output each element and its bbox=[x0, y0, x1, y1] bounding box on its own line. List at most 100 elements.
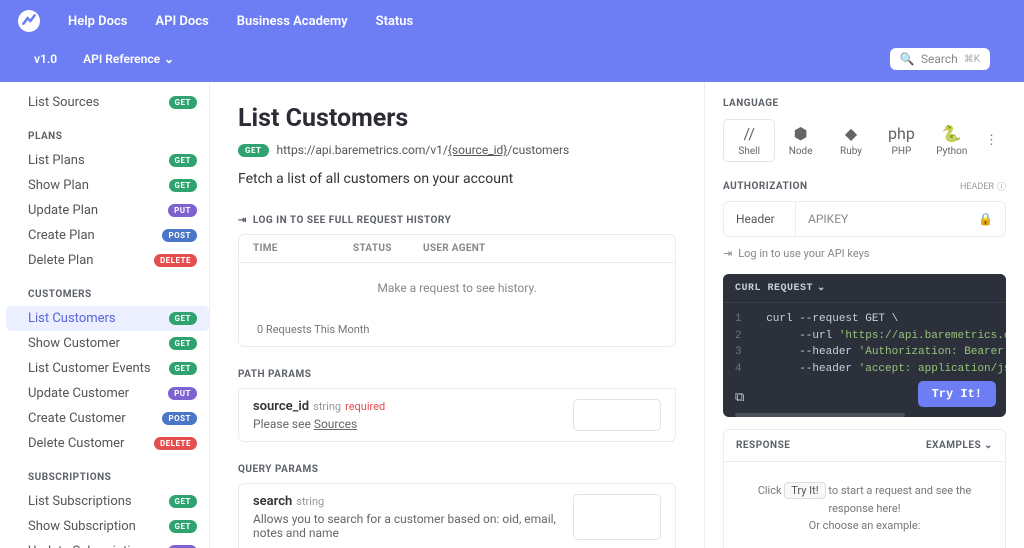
sidebar-item[interactable]: Show CustomerGET bbox=[6, 331, 209, 356]
lang-php[interactable]: phpPHP bbox=[876, 120, 926, 161]
sidebar-item[interactable]: Update SubscriptionPUT bbox=[6, 539, 209, 548]
method-badge: POST bbox=[162, 229, 197, 242]
try-it-inline[interactable]: Try It! bbox=[784, 482, 825, 499]
method-badge: PUT bbox=[168, 387, 197, 400]
lang-ruby[interactable]: ◆Ruby bbox=[826, 120, 876, 161]
more-languages[interactable]: ⋮ bbox=[977, 129, 1006, 152]
topnav-link[interactable]: Help Docs bbox=[68, 14, 127, 29]
topbar: Help Docs API Docs Business Academy Status bbox=[0, 0, 1024, 42]
api-reference-dropdown[interactable]: API Reference ⌄ bbox=[83, 52, 174, 66]
auth-sub: HEADER ⓘ bbox=[960, 180, 1006, 193]
endpoint-url: https://api.baremetrics.com/v1/{source_i… bbox=[277, 143, 570, 157]
sidebar-item[interactable]: Delete CustomerDELETE bbox=[6, 431, 209, 456]
method-badge: GET bbox=[169, 520, 198, 533]
sidebar-category: PLANS bbox=[6, 115, 209, 148]
sidebar-item[interactable]: List PlansGET bbox=[6, 148, 209, 173]
history-table: TIME STATUS USER AGENT Make a request to… bbox=[238, 234, 676, 347]
login-hint[interactable]: ⇥ Log in to use your API keys bbox=[723, 247, 1006, 260]
search-placeholder: Search bbox=[921, 52, 958, 66]
history-col-time: TIME bbox=[253, 243, 353, 254]
sidebar-item[interactable]: List CustomersGET bbox=[6, 306, 209, 331]
method-badge: DELETE bbox=[154, 437, 197, 450]
login-icon: ⇥ bbox=[723, 247, 732, 260]
search-kbd: ⌘K bbox=[964, 54, 980, 65]
endpoint-line: GET https://api.baremetrics.com/v1/{sour… bbox=[238, 143, 676, 157]
subbar: v1.0 API Reference ⌄ 🔍 Search ⌘K bbox=[0, 42, 1024, 82]
method-badge: GET bbox=[169, 154, 198, 167]
copy-button[interactable]: ⧉ bbox=[735, 390, 744, 405]
try-it-button[interactable]: Try It! bbox=[918, 381, 996, 407]
path-param-row: source_idstringrequiredPlease see Source… bbox=[238, 388, 676, 442]
auth-key: Header bbox=[724, 202, 796, 236]
lock-icon: 🔒 bbox=[978, 212, 993, 226]
sidebar-item[interactable]: Update PlanPUT bbox=[6, 198, 209, 223]
page-title: List Customers bbox=[238, 104, 676, 133]
param-input[interactable] bbox=[573, 494, 661, 540]
history-title[interactable]: ⇥ LOG IN TO SEE FULL REQUEST HISTORY bbox=[238, 215, 676, 226]
search-icon: 🔍 bbox=[900, 52, 915, 66]
right-panel: LANGUAGE //Shell⬢Node◆RubyphpPHP🐍Python⋮… bbox=[704, 82, 1024, 548]
history-col-agent: USER AGENT bbox=[423, 243, 485, 254]
ruby-icon: ◆ bbox=[826, 124, 876, 143]
topnav-link[interactable]: API Docs bbox=[155, 14, 208, 29]
method-badge: GET bbox=[238, 144, 269, 157]
history-col-status: STATUS bbox=[353, 243, 423, 254]
main-content: List Customers GET https://api.baremetri… bbox=[210, 82, 704, 548]
history-empty: Make a request to see history. bbox=[239, 263, 675, 313]
param-input[interactable] bbox=[573, 399, 661, 431]
sidebar-item[interactable]: Create CustomerPOST bbox=[6, 406, 209, 431]
lang-node[interactable]: ⬢Node bbox=[775, 120, 825, 161]
code-scrollbar[interactable] bbox=[735, 413, 905, 417]
response-label: RESPONSE bbox=[736, 440, 790, 451]
curl-request-box: CURL REQUEST ⌄ 1 curl --request GET \ 2 … bbox=[723, 274, 1006, 417]
method-badge: GET bbox=[169, 337, 198, 350]
chevron-down-icon: ⌄ bbox=[817, 282, 826, 294]
topnav-link[interactable]: Status bbox=[376, 14, 414, 29]
api-reference-label: API Reference bbox=[83, 52, 160, 66]
language-label: LANGUAGE bbox=[723, 98, 1006, 109]
brand-logo[interactable] bbox=[18, 10, 40, 32]
curl-header[interactable]: CURL REQUEST ⌄ bbox=[723, 274, 1006, 303]
chevron-down-icon: ⌄ bbox=[164, 52, 174, 66]
path-params-label: PATH PARAMS bbox=[238, 369, 676, 380]
examples-dropdown[interactable]: EXAMPLES ⌄ bbox=[926, 440, 993, 451]
method-badge: DELETE bbox=[154, 254, 197, 267]
chevron-down-icon: ⌄ bbox=[984, 440, 993, 451]
method-badge: GET bbox=[169, 312, 198, 325]
python-icon: 🐍 bbox=[927, 124, 977, 143]
sidebar-item[interactable]: List Customer EventsGET bbox=[6, 356, 209, 381]
sidebar-item[interactable]: List SourcesGET bbox=[6, 90, 209, 115]
sidebar-category: SUBSCRIPTIONS bbox=[6, 456, 209, 489]
method-badge: GET bbox=[169, 495, 198, 508]
topnav-link[interactable]: Business Academy bbox=[237, 14, 348, 29]
method-badge: GET bbox=[169, 362, 198, 375]
auth-value-field[interactable]: APIKEY 🔒 bbox=[796, 202, 1005, 236]
lang-shell[interactable]: //Shell bbox=[723, 119, 775, 162]
sidebar[interactable]: List SourcesGETPLANSList PlansGETShow Pl… bbox=[0, 82, 210, 548]
shell-icon: // bbox=[724, 124, 774, 143]
language-picker: //Shell⬢Node◆RubyphpPHP🐍Python⋮ bbox=[723, 119, 1006, 162]
page-lead: Fetch a list of all customers on your ac… bbox=[238, 171, 676, 187]
response-box: RESPONSE EXAMPLES ⌄ Click Try It! to sta… bbox=[723, 429, 1006, 548]
sidebar-item[interactable]: Show PlanGET bbox=[6, 173, 209, 198]
method-badge: PUT bbox=[168, 204, 197, 217]
method-badge: GET bbox=[169, 179, 198, 192]
info-icon[interactable]: ⓘ bbox=[997, 180, 1006, 193]
search-input[interactable]: 🔍 Search ⌘K bbox=[890, 48, 990, 70]
query-params-label: QUERY PARAMS bbox=[238, 464, 676, 475]
php-icon: php bbox=[876, 124, 926, 143]
sidebar-item[interactable]: Delete PlanDELETE bbox=[6, 248, 209, 273]
history-footer: 0 Requests This Month bbox=[239, 313, 675, 346]
auth-label: AUTHORIZATION bbox=[723, 181, 808, 192]
lang-python[interactable]: 🐍Python bbox=[927, 120, 977, 161]
topnav: Help Docs API Docs Business Academy Status bbox=[68, 14, 413, 29]
method-badge: POST bbox=[162, 412, 197, 425]
sidebar-item[interactable]: Update CustomerPUT bbox=[6, 381, 209, 406]
query-param-row: searchstringAllows you to search for a c… bbox=[238, 483, 676, 548]
sidebar-item[interactable]: List SubscriptionsGET bbox=[6, 489, 209, 514]
sidebar-item[interactable]: Create PlanPOST bbox=[6, 223, 209, 248]
method-badge: GET bbox=[169, 96, 198, 109]
node-icon: ⬢ bbox=[775, 124, 825, 143]
sidebar-item[interactable]: Show SubscriptionGET bbox=[6, 514, 209, 539]
api-version[interactable]: v1.0 bbox=[34, 52, 57, 66]
